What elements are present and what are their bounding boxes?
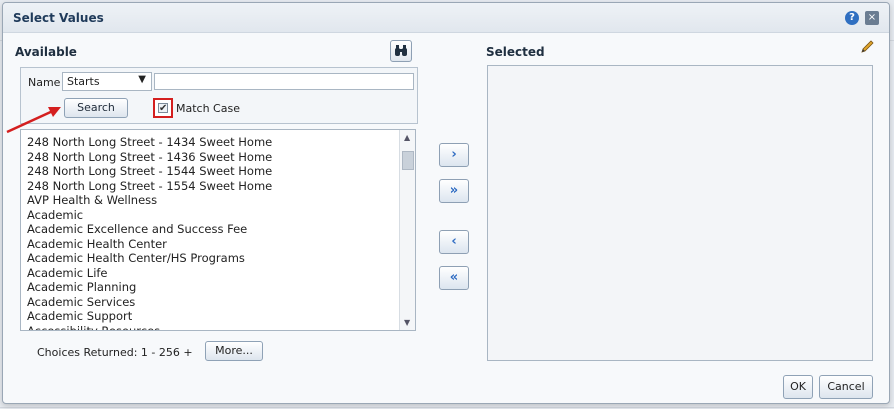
name-label: Name <box>28 76 61 89</box>
move-all-button[interactable]: » <box>439 179 469 203</box>
list-item[interactable]: Academic Support <box>27 309 395 324</box>
scroll-up-icon[interactable]: ▲ <box>404 133 410 142</box>
list-item[interactable]: 248 North Long Street - 1436 Sweet Home <box>27 150 395 165</box>
dialog-titlebar: Select Values ? × <box>3 3 889 33</box>
move-button[interactable]: › <box>439 143 469 167</box>
check-icon: ✔ <box>158 103 168 114</box>
ok-button[interactable]: OK <box>783 375 813 399</box>
help-icon[interactable]: ? <box>845 11 859 25</box>
list-item[interactable]: Academic Life <box>27 266 395 281</box>
available-list-items: 248 North Long Street - 1434 Sweet Home 2… <box>27 135 395 331</box>
operator-select[interactable]: Starts ▼ <box>62 72 152 91</box>
double-chevron-right-icon: » <box>449 183 459 198</box>
scroll-thumb[interactable] <box>402 151 414 170</box>
pencil-icon[interactable] <box>859 39 875 55</box>
chevron-left-icon: ‹ <box>451 234 457 249</box>
dialog-title: Select Values <box>13 11 104 25</box>
list-item[interactable]: Academic Excellence and Success Fee <box>27 222 395 237</box>
list-item[interactable]: 248 North Long Street - 1434 Sweet Home <box>27 135 395 150</box>
available-list-scrollbar[interactable]: ▲ ▼ <box>399 130 415 330</box>
binoculars-icon <box>395 45 407 56</box>
chevron-right-icon: › <box>451 147 457 162</box>
match-case-checkbox[interactable]: ✔ <box>153 98 173 118</box>
search-button[interactable]: Search <box>64 98 128 118</box>
double-chevron-left-icon: « <box>449 270 459 285</box>
search-input[interactable] <box>154 73 414 90</box>
choices-returned-label: Choices Returned: 1 - 256 + <box>37 346 193 359</box>
scroll-down-icon[interactable]: ▼ <box>404 318 410 327</box>
list-item[interactable]: 248 North Long Street - 1554 Sweet Home <box>27 179 395 194</box>
advanced-search-button[interactable] <box>390 40 412 62</box>
available-list[interactable]: 248 North Long Street - 1434 Sweet Home 2… <box>20 129 416 331</box>
available-label: Available <box>15 45 77 59</box>
remove-all-button[interactable]: « <box>439 266 469 290</box>
selected-label: Selected <box>486 45 545 59</box>
chevron-down-icon: ▼ <box>138 74 146 85</box>
cancel-button[interactable]: Cancel <box>819 375 873 399</box>
list-item[interactable]: Academic Planning <box>27 280 395 295</box>
match-case-label: Match Case <box>176 102 240 115</box>
list-item[interactable]: 248 North Long Street - 1544 Sweet Home <box>27 164 395 179</box>
list-item[interactable]: Accessibility Resources <box>27 324 395 331</box>
list-item[interactable]: Academic <box>27 208 395 223</box>
select-values-dialog: Select Values ? × Available Selected Nam… <box>2 2 890 404</box>
list-item[interactable]: Academic Health Center/HS Programs <box>27 251 395 266</box>
list-item[interactable]: Academic Services <box>27 295 395 310</box>
selected-list[interactable] <box>487 65 873 361</box>
remove-button[interactable]: ‹ <box>439 230 469 254</box>
background-row-line <box>0 407 894 408</box>
more-button[interactable]: More... <box>205 341 263 361</box>
close-icon[interactable]: × <box>865 11 879 25</box>
search-panel: Name Starts ▼ Search ✔ Match Case <box>20 67 418 124</box>
list-item[interactable]: Academic Health Center <box>27 237 395 252</box>
list-item[interactable]: AVP Health & Wellness <box>27 193 395 208</box>
operator-value: Starts <box>67 75 100 88</box>
